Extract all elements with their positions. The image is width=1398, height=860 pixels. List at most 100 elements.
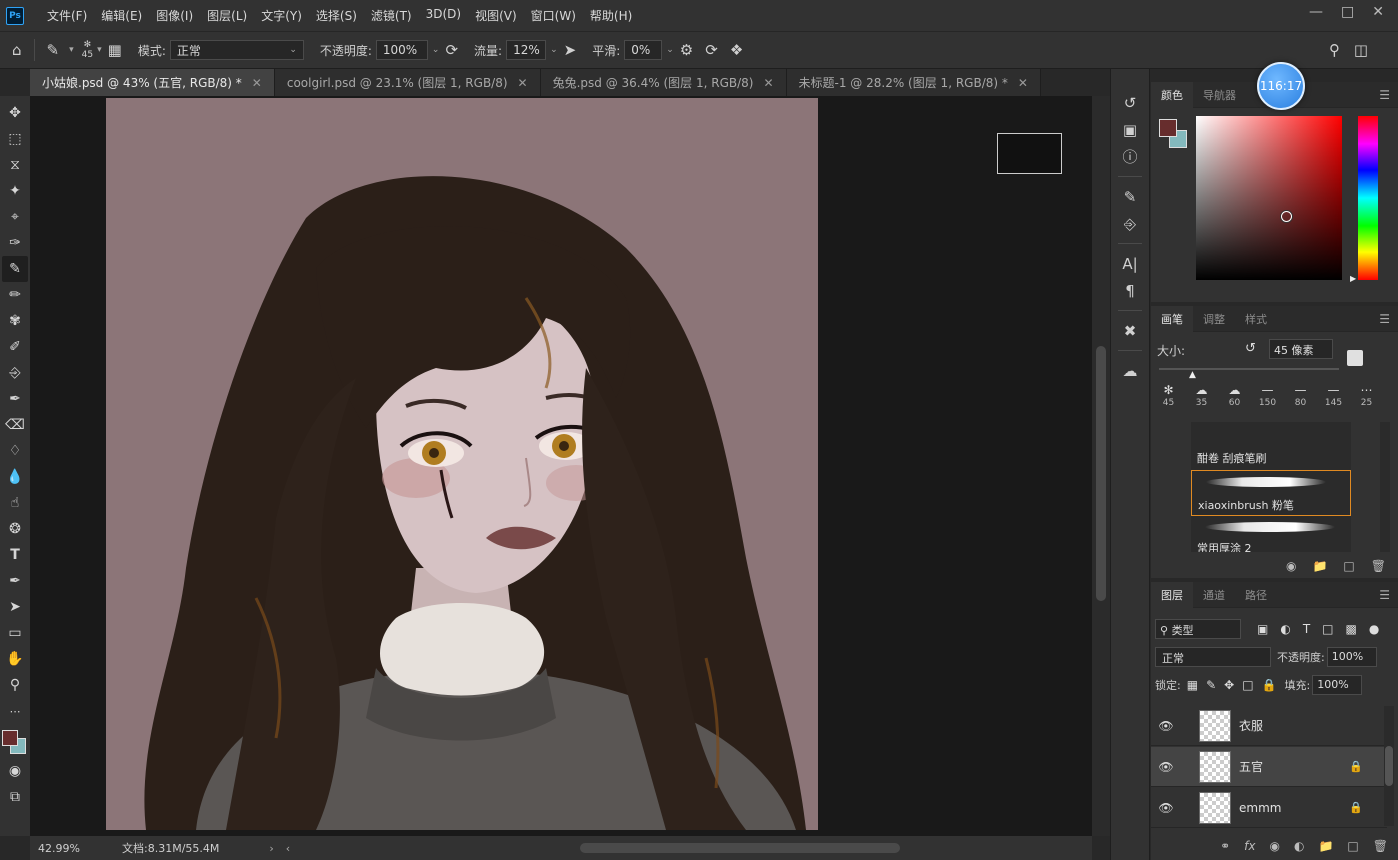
brush-tool-icon[interactable]: ✎ [2,256,28,282]
tab-styles[interactable]: 样式 [1235,306,1277,332]
menu-select[interactable]: 选择(S) [309,7,364,24]
marquee-tool-icon[interactable]: ⬚ [2,126,28,152]
tab-navigator[interactable]: 导航器 [1193,82,1246,108]
pencil-tool-icon[interactable]: ✏ [2,282,28,308]
brush-tool-icon[interactable]: ✎ [47,41,60,59]
path-select-icon[interactable]: ➤ [2,594,28,620]
lasso-tool-icon[interactable]: ⧖ [2,152,28,178]
tab-tutu[interactable]: 兔兔.psd @ 36.4% (图层 1, RGB/8) ✕ [540,69,787,96]
chevron-left-icon[interactable]: ‹ [286,842,290,855]
menu-layer[interactable]: 图层(L) [200,7,254,24]
zoom-tool-icon[interactable]: ⚲ [2,672,28,698]
lock-artboard-icon[interactable]: □ [1242,678,1253,692]
canvas-area[interactable] [30,96,1092,836]
history-panel-icon[interactable]: ↺ [1115,89,1145,116]
hue-marker-icon[interactable]: ▶ [1350,274,1356,283]
3d-panel-icon[interactable]: ▣ [1115,116,1145,143]
stamp-tool-icon[interactable]: ⎆ [2,360,28,386]
menu-file[interactable]: 文件(F) [40,7,94,24]
magic-wand-icon[interactable]: ✦ [2,178,28,204]
tab-coolgirl[interactable]: coolgirl.psd @ 23.1% (图层 1, RGB/8) ✕ [274,69,541,96]
zoom-level[interactable]: 42.99% [38,842,108,855]
pressure-opacity-icon[interactable]: ⟳ [445,41,458,59]
color-picker-cursor[interactable] [1281,211,1292,222]
search-icon[interactable]: ⚲ [1329,41,1340,59]
opacity-input[interactable]: 100% [375,40,428,60]
new-group-icon[interactable]: 📁 [1312,559,1327,573]
tab-untitled[interactable]: 未标题-1 @ 28.2% (图层 1, RGB/8) * ✕ [786,69,1041,96]
new-group-icon[interactable]: 📁 [1318,839,1333,853]
list-item[interactable]: 酣卷 刮痕笔刷 [1191,450,1351,466]
canvas-vertical-scrollbar[interactable] [1092,96,1110,836]
menu-image[interactable]: 图像(I) [149,7,200,24]
chevron-down-icon[interactable]: ⌄ [550,45,558,55]
close-icon[interactable]: ✕ [1372,4,1384,20]
tab-layers[interactable]: 图层 [1151,581,1193,608]
mode-select[interactable]: 正常 ⌄ [169,40,304,60]
chevron-down-icon[interactable]: ⌄ [666,45,674,55]
symmetry-icon[interactable]: ❖ [730,41,743,59]
menu-help[interactable]: 帮助(H) [583,7,639,24]
mixer-brush-icon[interactable]: ✐ [2,334,28,360]
tab-paths[interactable]: 路径 [1235,582,1277,608]
eyedropper-tool-icon[interactable]: ✑ [2,230,28,256]
add-mask-icon[interactable]: ◉ [1270,839,1280,853]
brush-preset[interactable]: ✻ 45 [1155,382,1182,408]
brush-edit-icon[interactable] [1347,350,1363,366]
opacity-input[interactable]: 100% [1326,647,1377,667]
brush-settings-icon[interactable]: ✎ [1115,183,1145,210]
list-item-selected[interactable]: xiaoxinbrush 粉笔 [1191,470,1351,516]
crop-tool-icon[interactable]: ⌖ [2,204,28,230]
lock-position-icon[interactable]: ✥ [1224,678,1234,692]
eye-icon[interactable]: 👁 [1151,719,1181,733]
smoothing-input[interactable]: 0% [624,40,663,60]
menu-type[interactable]: 文字(Y) [254,7,309,24]
adjustment-layer-icon[interactable]: ◐ [1294,839,1304,853]
menu-edit[interactable]: 编辑(E) [94,7,149,24]
chevron-down-icon[interactable]: ▾ [97,45,102,55]
shape-tool-icon[interactable]: ▭ [2,620,28,646]
layer-name[interactable]: 五官 [1239,758,1349,775]
libraries-icon[interactable]: ☁ [1115,357,1145,384]
brush-preset[interactable]: —80 [1287,382,1314,408]
brush-preset[interactable]: —150 [1254,382,1281,408]
tab-channels[interactable]: 通道 [1193,582,1235,608]
tab-brushes[interactable]: 画笔 [1151,305,1193,332]
close-icon[interactable]: ✕ [252,76,262,90]
eraser-tool-icon[interactable]: ⌫ [2,412,28,438]
sponge-tool-icon[interactable]: ❂ [2,516,28,542]
layer-style-icon[interactable]: fx [1244,839,1255,853]
new-layer-icon[interactable]: □ [1347,839,1358,853]
layer-row[interactable]: 👁 emmm 🔒 [1151,788,1387,828]
hue-slider[interactable] [1358,116,1378,280]
close-icon[interactable]: ✕ [518,76,528,90]
foreground-color-swatch[interactable] [1159,119,1177,137]
blend-mode-select[interactable]: 正常 [1155,647,1271,667]
delete-icon[interactable]: 🗑 [1373,839,1388,853]
tab-xiaoguniang[interactable]: 小姑娘.psd @ 43% (五官, RGB/8) * ✕ [30,69,275,96]
color-swatches[interactable] [2,728,28,758]
lock-all-icon[interactable]: 🔒 [1262,678,1277,692]
info-icon[interactable]: ⓘ [1115,143,1145,170]
menu-3d[interactable]: 3D(D) [419,7,468,24]
link-layers-icon[interactable]: ⚭ [1220,839,1230,853]
maximize-icon[interactable]: □ [1341,4,1354,20]
reset-icon[interactable]: ↺ [1245,341,1256,356]
type-tool-icon[interactable]: T [2,542,28,568]
lock-pixels-icon[interactable]: ✎ [1206,678,1216,692]
color-field[interactable] [1196,116,1342,280]
foreground-color-swatch[interactable] [2,730,18,746]
character-panel-icon[interactable]: A| [1115,250,1145,277]
layer-row-selected[interactable]: 👁 五官 🔒 [1151,747,1387,787]
pressure-size-icon[interactable]: ⟳ [705,41,718,59]
tab-color[interactable]: 颜色 [1151,81,1193,108]
tools-panel-icon[interactable]: ✖ [1115,317,1145,344]
quick-mask-icon[interactable]: ◉ [2,758,28,784]
type-filter-icon[interactable]: T [1303,622,1310,636]
home-icon[interactable]: ⌂ [12,41,22,59]
panel-menu-icon[interactable]: ☰ [1379,312,1390,326]
gear-icon[interactable]: ⚙ [680,41,693,59]
close-icon[interactable]: ✕ [763,76,773,90]
image-filter-icon[interactable]: ▣ [1257,622,1268,636]
chevron-down-icon[interactable]: ⌄ [432,45,440,55]
